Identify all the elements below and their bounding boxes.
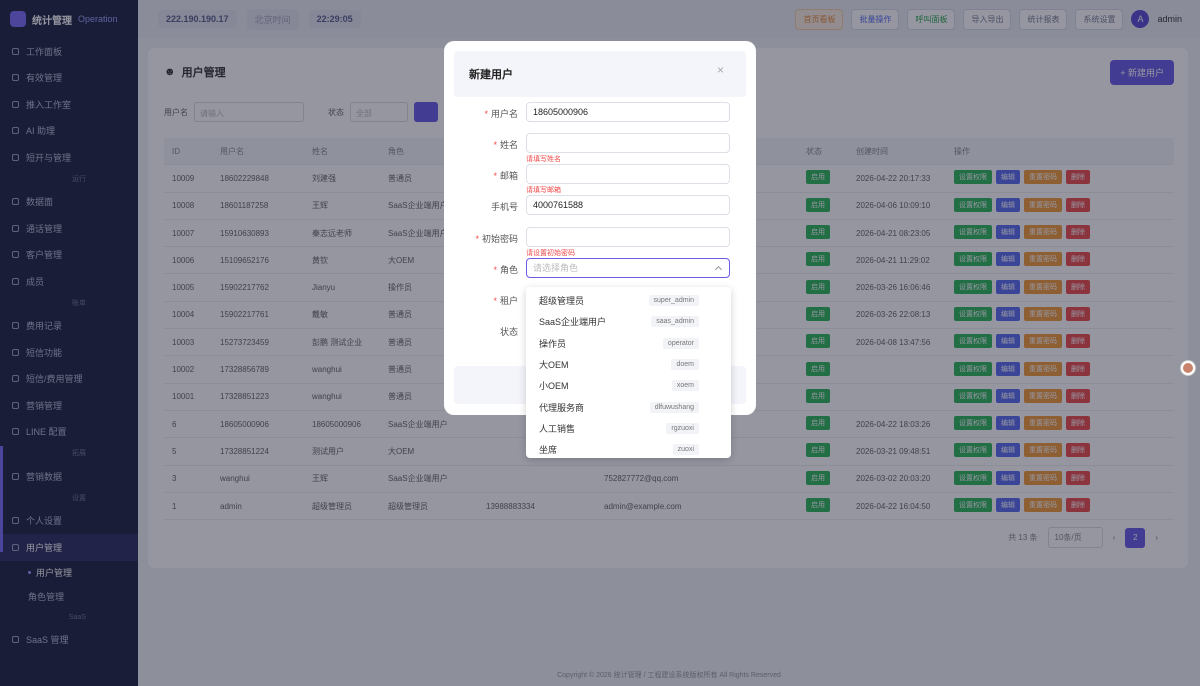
- form-error: 请填写邮箱: [526, 187, 561, 194]
- role-option-label: 人工销售: [539, 423, 576, 434]
- chevron-up-icon: [714, 265, 723, 274]
- form-input[interactable]: [526, 227, 730, 247]
- form-label-text: 手机号: [490, 202, 518, 212]
- role-option-code: zuoxi: [672, 444, 699, 456]
- role-option-label: 大OEM: [539, 360, 569, 371]
- form-error: 请填写姓名: [526, 156, 561, 163]
- form-row: * 角色 请选择角色: [444, 258, 756, 280]
- form-input[interactable]: 18605000906: [526, 102, 730, 122]
- form-input[interactable]: 4000761588: [526, 195, 730, 215]
- form-input[interactable]: [526, 133, 730, 153]
- form-error: 请设置初始密码: [526, 250, 575, 257]
- role-option[interactable]: SaaS企业端用户 saas_admin: [526, 311, 731, 332]
- role-option[interactable]: 大OEM doem: [526, 354, 731, 375]
- form-label-text: 用户名: [490, 109, 518, 119]
- role-option-code: xoem: [671, 380, 699, 392]
- required-mark: *: [493, 296, 497, 306]
- required-mark: *: [493, 140, 497, 150]
- form-row: 手机号 4000761588: [444, 195, 756, 217]
- form-label-text: 状态: [499, 327, 518, 337]
- role-option-label: 操作员: [539, 338, 567, 349]
- form-row: * 邮箱请填写邮箱: [444, 164, 756, 194]
- form-label-text: 邮箱: [499, 171, 518, 181]
- required-mark: *: [493, 171, 497, 181]
- role-option[interactable]: 代理服务商 dlfuwushang: [526, 396, 731, 417]
- modal-header: 新建用户 ×: [454, 51, 746, 97]
- form-input-value: 18605000906: [533, 107, 589, 117]
- form-label-text: 初始密码: [481, 234, 518, 244]
- role-option[interactable]: 小OEM xoem: [526, 375, 731, 396]
- form-label: 手机号: [491, 200, 518, 213]
- support-face-icon: [1183, 363, 1193, 373]
- form-label: * 用户名: [484, 107, 518, 120]
- role-option-code: doem: [671, 359, 699, 371]
- form-row: * 姓名请填写姓名: [444, 133, 756, 163]
- role-option-code: saas_admin: [651, 316, 699, 328]
- form-label-text: 姓名: [499, 140, 518, 150]
- floating-support-avatar[interactable]: [1180, 360, 1196, 376]
- modal-title: 新建用户: [469, 69, 513, 81]
- form-label: * 邮箱: [493, 169, 518, 182]
- role-option[interactable]: 超级管理员 super_admin: [526, 290, 731, 311]
- form-row: * 用户名 18605000906: [444, 102, 756, 124]
- role-option[interactable]: 坐席 zuoxi: [526, 439, 731, 458]
- role-option-code: operator: [662, 337, 699, 349]
- role-option-label: 代理服务商: [539, 402, 585, 413]
- role-select[interactable]: 请选择角色: [526, 258, 730, 278]
- form-input[interactable]: [526, 164, 730, 184]
- role-option-code: rgzuoxi: [666, 422, 699, 434]
- role-option-code: dlfuwushang: [649, 401, 699, 413]
- required-mark: *: [493, 265, 497, 275]
- form-label: * 姓名: [493, 138, 518, 151]
- close-icon[interactable]: ×: [717, 63, 724, 77]
- required-mark: *: [484, 109, 488, 119]
- role-option-label: 超级管理员: [539, 296, 585, 307]
- role-option-label: 坐席: [539, 445, 558, 456]
- form-label: * 初始密码: [475, 232, 518, 245]
- role-dropdown: 超级管理员 super_admin SaaS企业端用户 saas_admin 操作员 op…: [526, 287, 731, 458]
- form-input-value: 4000761588: [533, 200, 584, 210]
- required-mark: *: [475, 234, 479, 244]
- role-option-label: SaaS企业端用户: [539, 317, 607, 328]
- form-label: 状态: [500, 325, 518, 338]
- form-label: * 角色: [493, 263, 518, 276]
- form-label: * 租户: [493, 294, 518, 307]
- form-label-text: 角色: [499, 265, 518, 275]
- role-option[interactable]: 操作员 operator: [526, 333, 731, 354]
- role-option-code: super_admin: [648, 295, 699, 307]
- form-row: * 初始密码请设置初始密码: [444, 227, 756, 257]
- role-option[interactable]: 人工销售 rgzuoxi: [526, 418, 731, 439]
- form-label-text: 租户: [499, 296, 518, 306]
- role-option-label: 小OEM: [539, 381, 569, 392]
- role-select-placeholder: 请选择角色: [533, 263, 579, 273]
